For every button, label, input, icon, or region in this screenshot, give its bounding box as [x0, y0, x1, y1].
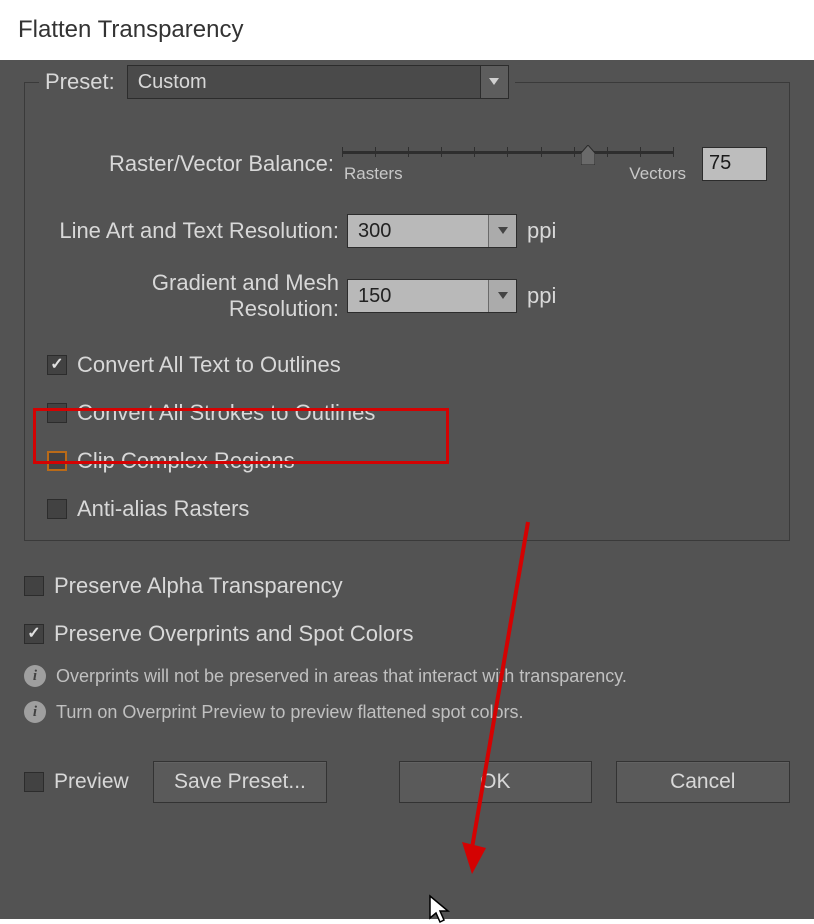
raster-vector-label: Raster/Vector Balance: — [47, 151, 342, 177]
annotation-arrow-icon — [462, 518, 532, 874]
anti-alias-label: Anti-alias Rasters — [77, 496, 249, 522]
info-icon: i — [24, 701, 46, 723]
chevron-down-icon — [488, 215, 516, 247]
preview-checkbox[interactable] — [24, 772, 44, 792]
clip-regions-label: Clip Complex Regions — [77, 448, 295, 474]
gradient-dropdown[interactable]: 150 — [347, 279, 517, 313]
info-text-1: Overprints will not be preserved in area… — [56, 666, 627, 687]
cancel-button[interactable]: Cancel — [616, 761, 790, 803]
line-art-unit: ppi — [527, 218, 556, 244]
cursor-icon — [428, 894, 452, 924]
slider-left-label: Rasters — [344, 164, 403, 184]
convert-text-checkbox[interactable] — [47, 355, 67, 375]
preserve-alpha-label: Preserve Alpha Transparency — [54, 573, 343, 599]
convert-strokes-checkbox[interactable] — [47, 403, 67, 423]
ok-button[interactable]: OK — [399, 761, 591, 803]
gradient-label: Gradient and Mesh Resolution: — [47, 270, 347, 322]
line-art-value: 300 — [358, 220, 391, 243]
convert-strokes-label: Convert All Strokes to Outlines — [77, 400, 375, 426]
anti-alias-checkbox[interactable] — [47, 499, 67, 519]
preserve-alpha-checkbox[interactable] — [24, 576, 44, 596]
dialog-title: Flatten Transparency — [0, 0, 814, 60]
preset-dropdown[interactable]: Custom — [127, 65, 509, 99]
chevron-down-icon — [480, 66, 508, 98]
preview-label: Preview — [54, 770, 129, 794]
preset-fieldset: Preset: Custom Raster/Vector Balance: — [24, 82, 790, 541]
convert-text-label: Convert All Text to Outlines — [77, 352, 341, 378]
save-preset-button[interactable]: Save Preset... — [153, 761, 327, 803]
clip-regions-checkbox[interactable] — [47, 451, 67, 471]
slider-right-label: Vectors — [629, 164, 686, 184]
gradient-unit: ppi — [527, 283, 556, 309]
preserve-overprints-checkbox[interactable] — [24, 624, 44, 644]
slider-thumb-icon[interactable] — [581, 145, 595, 165]
gradient-value: 150 — [358, 285, 391, 308]
preserve-overprints-label: Preserve Overprints and Spot Colors — [54, 621, 414, 647]
raster-vector-value-input[interactable]: 75 — [702, 147, 767, 181]
preset-value: Custom — [138, 71, 207, 94]
dialog-body: Preset: Custom Raster/Vector Balance: — [0, 60, 814, 919]
chevron-down-icon — [488, 280, 516, 312]
line-art-label: Line Art and Text Resolution: — [47, 218, 347, 244]
info-icon: i — [24, 665, 46, 687]
info-text-2: Turn on Overprint Preview to preview fla… — [56, 702, 524, 723]
preset-label: Preset: — [45, 69, 115, 95]
line-art-dropdown[interactable]: 300 — [347, 214, 517, 248]
raster-vector-slider[interactable] — [342, 143, 674, 146]
